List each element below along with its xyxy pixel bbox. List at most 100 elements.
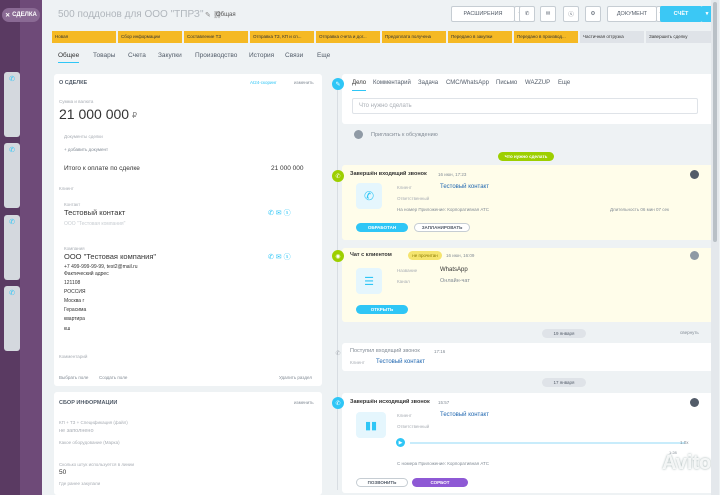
- tab-links[interactable]: Связи: [285, 52, 303, 59]
- select-field-link[interactable]: Выбрать поле: [59, 375, 88, 380]
- mini-card[interactable]: ✆: [4, 215, 20, 280]
- stage-new[interactable]: Новая: [52, 31, 116, 43]
- copilot-button[interactable]: СОРБОТ: [412, 478, 468, 487]
- chat-icon: ☰: [356, 268, 382, 294]
- contact-name[interactable]: Тестовый контакт: [64, 208, 125, 217]
- field-value: 50: [59, 469, 67, 476]
- call-duration: Длительность 06 мин 07 сек: [610, 207, 669, 212]
- tab-production[interactable]: Производство: [195, 52, 237, 59]
- schedule-button[interactable]: ЗАПЛАНИРОВАТЬ: [414, 223, 470, 232]
- stage-send-kp[interactable]: Отправка ТЗ, КП и сп...: [250, 31, 314, 43]
- avatar: [354, 130, 363, 139]
- gear-icon[interactable]: ⚙: [585, 6, 601, 22]
- company-actions[interactable]: ✆ ✉ ⓢ: [268, 252, 291, 262]
- stage-purchasing[interactable]: Передано в закупки: [448, 31, 512, 43]
- company-name[interactable]: ООО "Тестовая компания": [64, 252, 156, 261]
- tab-purchases[interactable]: Закупки: [158, 52, 182, 59]
- tab-more[interactable]: Еще: [317, 52, 330, 59]
- change-link[interactable]: изменить: [294, 80, 314, 85]
- feed-tab[interactable]: Комментарий: [373, 80, 411, 86]
- tab-general[interactable]: Общее: [58, 52, 80, 63]
- field-label: Сколько штук используется в линии: [59, 462, 134, 467]
- call-time: 15:57: [438, 400, 450, 405]
- tab-products[interactable]: Товары: [93, 52, 115, 59]
- address-line: 121108: [64, 280, 81, 286]
- feed-tab[interactable]: WAZZUP: [525, 80, 550, 86]
- processed-button[interactable]: ОБРАБОТАН: [356, 223, 408, 232]
- comment-label: Комментарий: [59, 354, 88, 359]
- field-label: Какое оборудование (Марка): [59, 440, 120, 445]
- chat-time: 16 июн, 16:09: [446, 253, 475, 258]
- deal-page: 500 поддонов для ООО "ТПРЗ" ✎ ⛓ Общая РА…: [42, 0, 720, 495]
- mini-card[interactable]: ✆: [4, 286, 20, 351]
- skype-icon[interactable]: ⓢ: [563, 6, 579, 22]
- contact-company: ООО "Тестовая компания": [64, 221, 126, 227]
- stage-finish[interactable]: Завершить сделку: [646, 31, 712, 43]
- tab-history[interactable]: История: [249, 52, 274, 59]
- address-label: Фактический адрес: [64, 271, 109, 277]
- feed-tab[interactable]: Еще: [558, 80, 570, 86]
- phone-icon[interactable]: ✆: [519, 6, 535, 22]
- play-icon[interactable]: ▶: [396, 438, 405, 447]
- deal-tab[interactable]: ✕ СДЕЛКА: [2, 8, 40, 22]
- client-label: Клиент: [59, 186, 74, 191]
- delete-section-link[interactable]: Удалить раздел: [279, 375, 312, 380]
- feed-tab[interactable]: Задача: [418, 80, 438, 86]
- stage-partial[interactable]: Частичная отгрузка: [580, 31, 644, 43]
- tab-invoices[interactable]: Счета: [128, 52, 146, 59]
- stage-info[interactable]: Сбор информации: [118, 31, 182, 43]
- avatar: [690, 251, 699, 260]
- phone-icon: ✆: [9, 219, 15, 226]
- client-link[interactable]: Тестовый контакт: [376, 359, 425, 365]
- invite-link[interactable]: Пригласить к обсуждению: [371, 132, 438, 138]
- mini-card[interactable]: ✆: [4, 72, 20, 137]
- extensions-button[interactable]: РАСШИРЕНИЯ: [451, 6, 515, 22]
- client-link[interactable]: Тестовый контакт: [440, 412, 489, 418]
- close-icon[interactable]: ✕: [5, 12, 10, 19]
- avito-watermark: Avito: [662, 452, 712, 474]
- audio-progress[interactable]: [410, 442, 685, 444]
- company-phone: +7 499-999-99-99, test2@mail.ru: [64, 264, 138, 270]
- phone-icon: ✆: [9, 290, 15, 297]
- phone-icon: ✆: [356, 183, 382, 209]
- mail-icon[interactable]: ✉: [540, 6, 556, 22]
- page-title: 500 поддонов для ООО "ТПРЗ": [58, 9, 204, 20]
- feed-tab[interactable]: СМС/WhatsApp: [446, 80, 489, 86]
- feed-tab[interactable]: Письмо: [496, 80, 517, 86]
- document-button[interactable]: ДОКУМЕНТ: [607, 6, 657, 22]
- stage-spec[interactable]: Составление ТЗ: [184, 31, 248, 43]
- chat-icon: ✎: [332, 78, 344, 90]
- name-label: Название: [397, 268, 418, 273]
- incoming-time: 17:16: [434, 349, 446, 354]
- stage-prepaid[interactable]: Предоплата получена: [382, 31, 446, 43]
- field-value: не заполнено: [59, 428, 94, 434]
- address-line: Герасима: [64, 307, 87, 313]
- scrollbar-thumb[interactable]: [713, 2, 717, 242]
- contact-actions[interactable]: ✆ ✉ ⓢ: [268, 208, 291, 218]
- invoice-button[interactable]: СЧЁТ: [660, 6, 702, 22]
- call-button[interactable]: ПОЗВОНИТЬ: [356, 478, 408, 487]
- stage-production[interactable]: Передано в производ...: [514, 31, 578, 43]
- scrollbar[interactable]: [711, 0, 719, 495]
- todo-input[interactable]: Что нужно сделать: [352, 98, 698, 114]
- create-field-link[interactable]: Создать поле: [99, 375, 127, 380]
- collapse-link[interactable]: свернуть: [680, 330, 699, 335]
- address-line: РОССИЯ: [64, 289, 86, 295]
- date-divider: 17 января: [542, 378, 586, 387]
- feed-tab[interactable]: Дело: [352, 80, 367, 91]
- docs-label: Документы сделки: [64, 134, 103, 139]
- change-link[interactable]: изменить: [294, 400, 314, 405]
- open-button[interactable]: ОТКРЫТЬ: [356, 305, 408, 314]
- call-number: С номера Приложение: Корпоративная АТС: [397, 461, 489, 466]
- client-label: Клиент: [350, 360, 365, 365]
- ai-scoring-link[interactable]: AI24-скоринг: [250, 80, 277, 85]
- speed-label[interactable]: 1.0x: [680, 440, 689, 445]
- todo-badge: Что нужно сделать: [498, 152, 554, 161]
- crm-side-panel: ✕ СДЕЛКА ✆ ✆ ✆ ✆: [0, 0, 42, 495]
- client-link[interactable]: Тестовый контакт: [440, 184, 489, 190]
- visibility-select[interactable]: Общая: [216, 12, 236, 18]
- mini-card[interactable]: ✆: [4, 143, 20, 208]
- add-doc-link[interactable]: + добавить документ: [64, 147, 108, 152]
- stage-send-invoice[interactable]: Отправка счета и дог...: [316, 31, 380, 43]
- call-card: Завершён входящий звонок 16 июн, 17:23 ✆…: [342, 165, 716, 240]
